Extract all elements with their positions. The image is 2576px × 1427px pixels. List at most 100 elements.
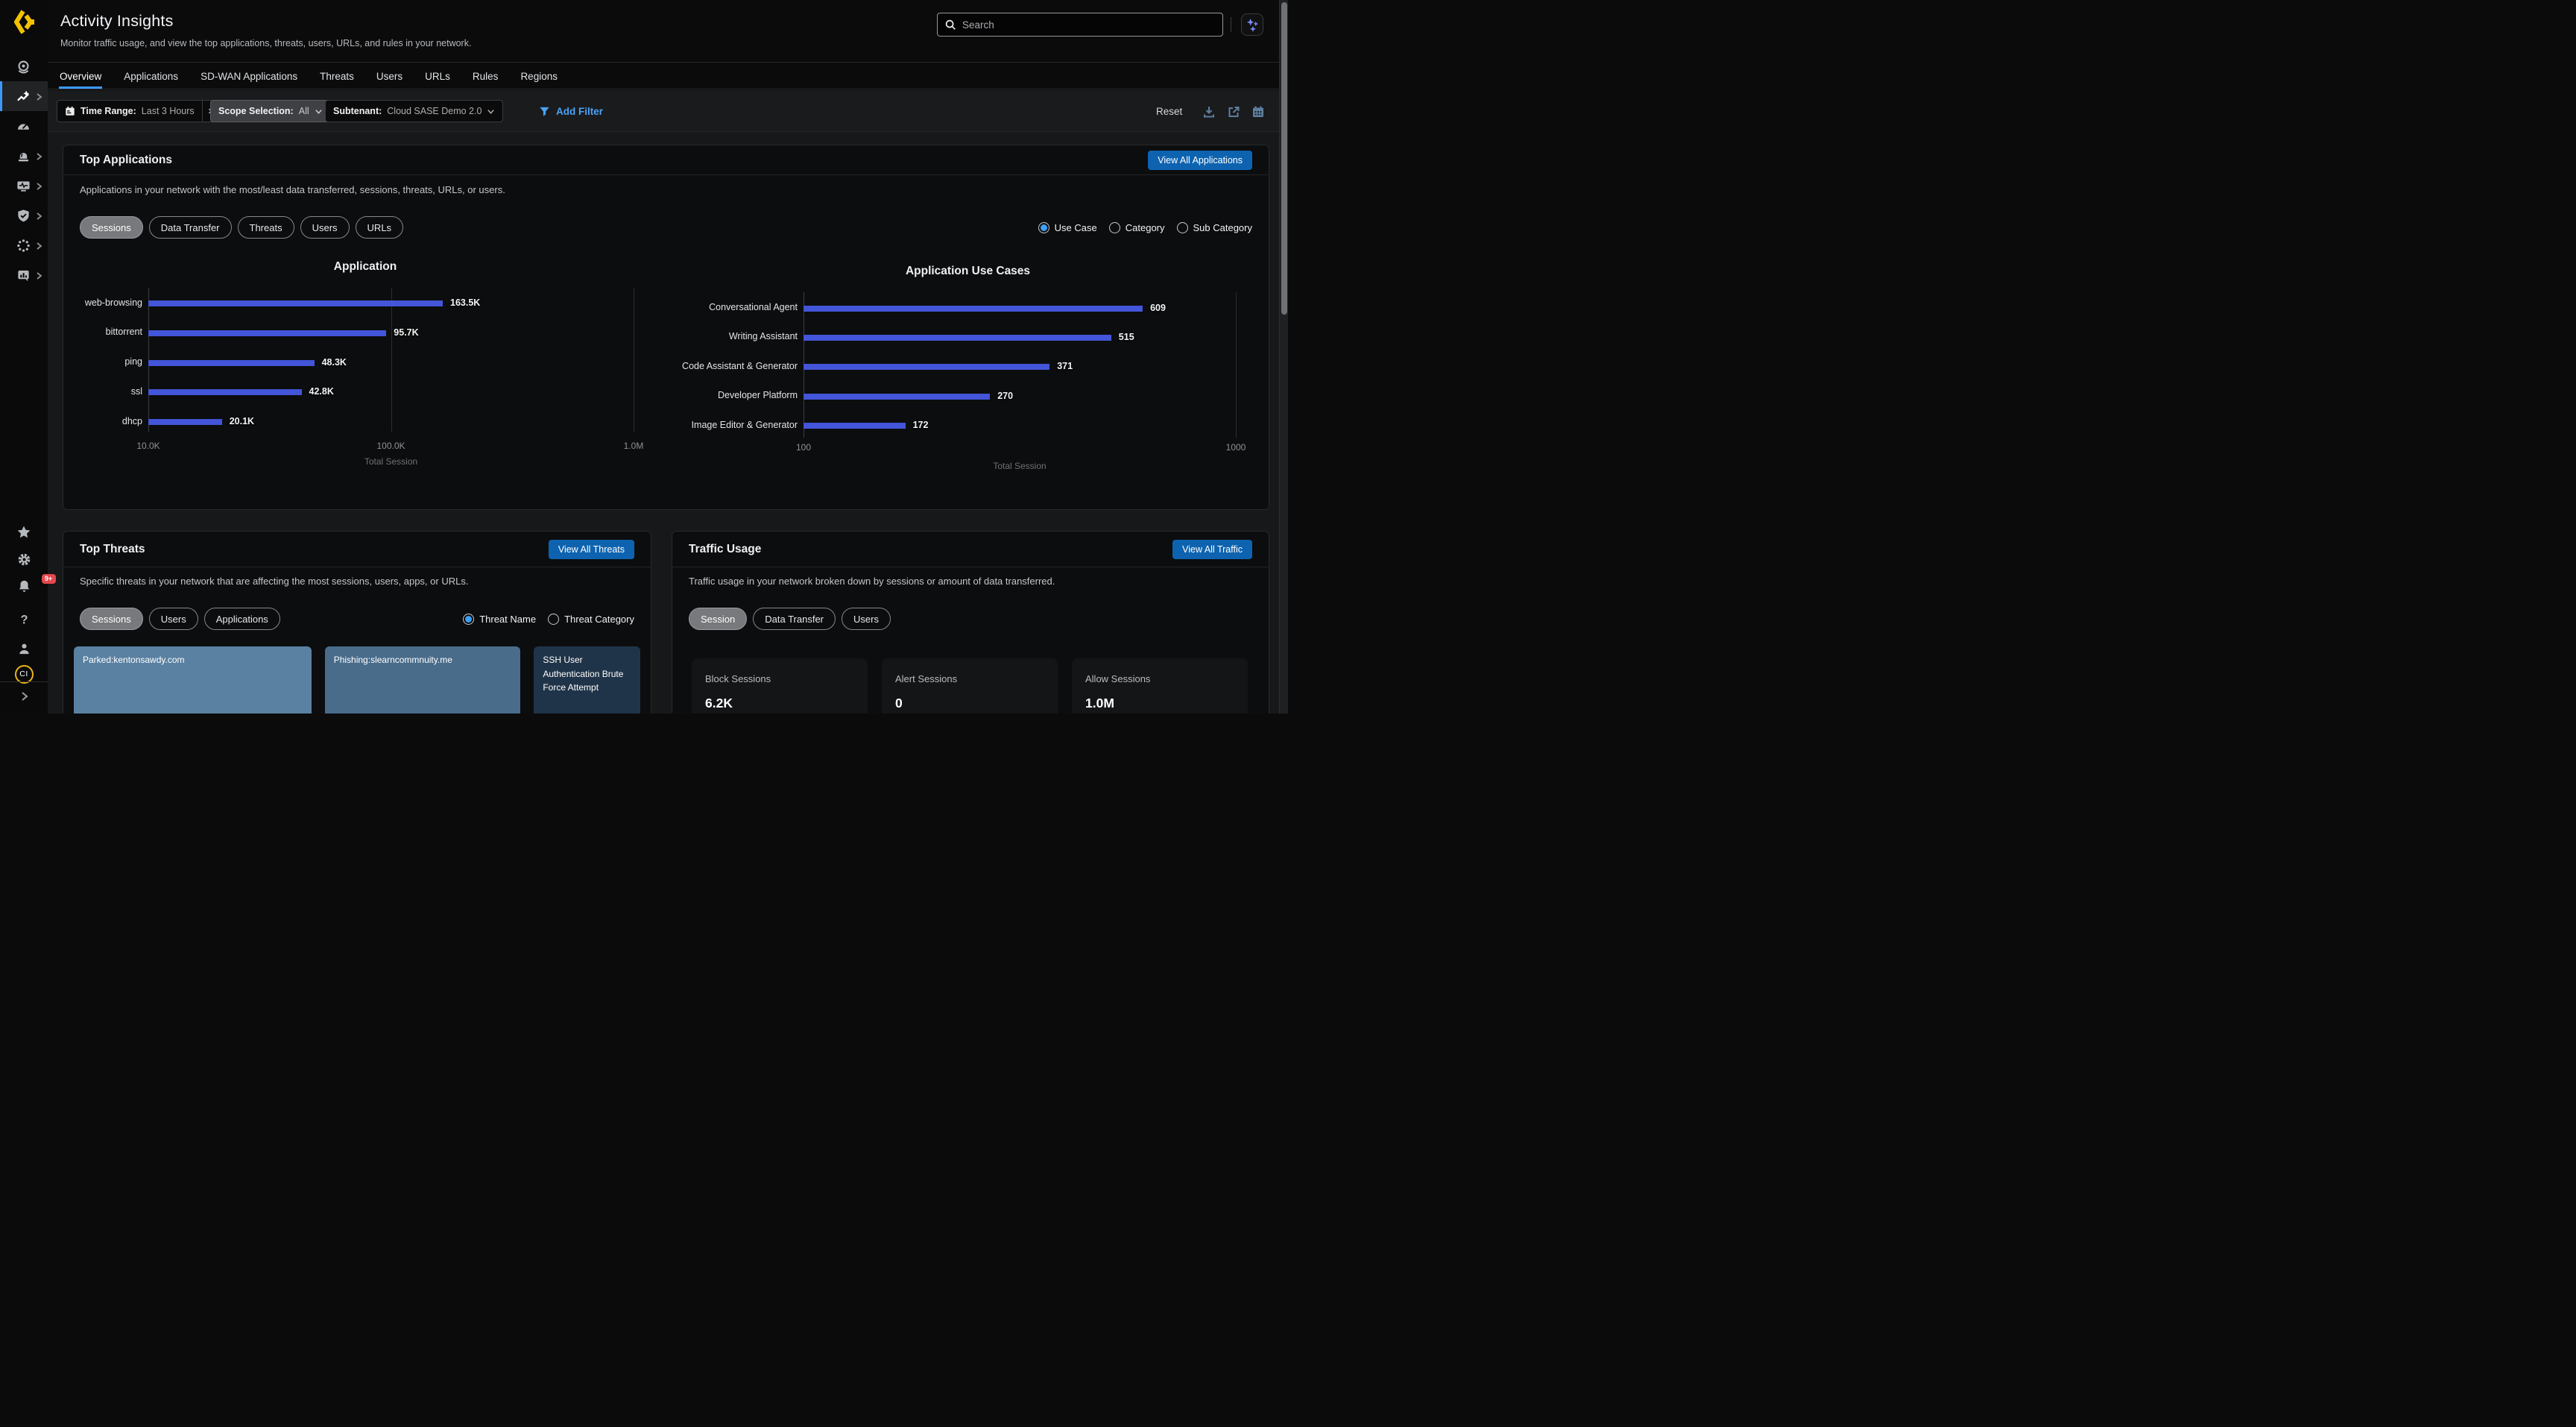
traffic-usage-card: Traffic Usage View All Traffic Traffic u… (672, 531, 1269, 714)
reports-icon (16, 268, 31, 283)
help-icon: ? (17, 613, 31, 627)
subtenant-label: Subtenant: (333, 106, 382, 116)
tab-users[interactable]: Users (376, 63, 402, 89)
tab-regions[interactable]: Regions (520, 63, 558, 89)
card-title: Traffic Usage (689, 543, 761, 556)
sidebar-item-activity-insights[interactable] (0, 81, 48, 111)
page-scrollbar[interactable] (1279, 0, 1288, 714)
view-all-threats-button[interactable]: View All Threats (549, 540, 634, 559)
reset-button[interactable]: Reset (1156, 100, 1182, 122)
category-label: bittorrent (63, 327, 142, 337)
bar-value: 163.5K (450, 297, 480, 308)
bar-ssl[interactable] (148, 389, 302, 395)
scheduled-reports-icon[interactable] (1251, 105, 1265, 119)
bar-image-editor-generator[interactable] (804, 423, 906, 429)
radio-label: Threat Name (479, 614, 536, 625)
sidebar-item-shield-check[interactable] (0, 201, 48, 230)
sidebar-item-incident-siren[interactable] (0, 141, 48, 171)
bar-value: 270 (997, 391, 1013, 401)
sidebar-item-monitor-health[interactable] (0, 171, 48, 201)
sidebar-bell-button[interactable]: 9+ (0, 574, 48, 598)
category-label: dhcp (63, 416, 142, 426)
radio-threat-name[interactable]: Threat Name (463, 614, 536, 625)
tab-threats[interactable]: Threats (320, 63, 354, 89)
user-avatar[interactable]: CI (0, 662, 48, 686)
sidebar-help-button[interactable]: ? (0, 608, 48, 631)
copilot-sparkles-button[interactable] (1241, 13, 1263, 36)
bar-ping[interactable] (148, 360, 315, 366)
top-bar: Activity Insights Monitor traffic usage,… (48, 0, 1279, 63)
sidebar-item-radar[interactable] (0, 51, 48, 81)
top-threats-header: Top Threats View All Threats (63, 532, 651, 567)
dashboard-gauge-icon (16, 119, 31, 133)
category-label: Developer Platform (667, 390, 798, 400)
share-export-icon[interactable] (1227, 105, 1240, 119)
radar-icon (16, 60, 31, 74)
sidebar-collapse-chevron-icon[interactable] (0, 684, 48, 708)
treemap-tile[interactable]: Parked:kentonsawdy.com (74, 646, 312, 714)
category-label: Writing Assistant (667, 331, 798, 341)
scrollbar-thumb[interactable] (1281, 2, 1287, 315)
toggle-data-transfer[interactable]: Data Transfer (753, 608, 836, 630)
notification-badge: 9+ (42, 574, 56, 584)
add-filter-button[interactable]: Add Filter (539, 100, 603, 122)
time-range-label: Time Range: (80, 106, 136, 116)
bar-web-browsing[interactable] (148, 300, 443, 306)
treemap-tile[interactable]: Phishing:slearncommnuity.me (325, 646, 521, 714)
sidebar-star-button[interactable] (0, 520, 48, 544)
scope-selection-filter[interactable]: Scope Selection: All (210, 100, 331, 122)
tab-rules[interactable]: Rules (473, 63, 499, 89)
search-input[interactable] (962, 19, 1215, 31)
bar-conversational-agent[interactable] (804, 306, 1143, 312)
view-all-traffic-button[interactable]: View All Traffic (1172, 540, 1252, 559)
axis-tick: 1.0M (600, 441, 667, 451)
card-description: Traffic usage in your network broken dow… (689, 576, 1055, 587)
bar-dhcp[interactable] (148, 419, 222, 425)
subtenant-filter[interactable]: Subtenant: Cloud SASE Demo 2.0 (325, 100, 503, 122)
toggle-users[interactable]: Users (842, 608, 891, 630)
sidebar-gear-button[interactable] (0, 547, 48, 571)
global-search[interactable] (937, 13, 1223, 37)
sidebar-user-button[interactable] (0, 637, 48, 661)
category-label: web-browsing (63, 297, 142, 308)
dotted-circle-icon (16, 239, 31, 253)
bar-code-assistant-generator[interactable] (804, 364, 1049, 370)
plot-area: 609515371270172 (804, 292, 1236, 438)
time-range-value: Last 3 Hours (142, 106, 195, 116)
toggle-session[interactable]: Session (689, 608, 747, 630)
download-icon[interactable] (1202, 105, 1216, 119)
sidebar-item-dotted-circle[interactable] (0, 230, 48, 260)
toggle-applications[interactable]: Applications (204, 608, 280, 630)
stat-block-sessions: Block Sessions6.2K (692, 658, 868, 714)
sidebar-item-reports[interactable] (0, 260, 48, 290)
tab-applications[interactable]: Applications (124, 63, 178, 89)
bar-developer-platform[interactable] (804, 394, 990, 400)
gridline (391, 288, 392, 432)
bar-bittorrent[interactable] (148, 330, 386, 336)
tab-overview[interactable]: Overview (60, 63, 101, 89)
sparkles-icon (1246, 18, 1260, 32)
sidebar-divider (0, 681, 48, 682)
tab-sd-wan-applications[interactable]: SD-WAN Applications (201, 63, 297, 89)
pan-logo-icon[interactable] (14, 10, 35, 34)
toggle-sessions[interactable]: Sessions (80, 608, 143, 630)
radio-threat-category[interactable]: Threat Category (548, 614, 634, 625)
gear-icon (17, 552, 31, 567)
category-label: ping (63, 356, 142, 367)
plot-area: 163.5K95.7K48.3K42.8K20.1K (148, 288, 634, 432)
sidebar-item-dashboard-gauge[interactable] (0, 111, 48, 141)
stat-value: 0 (895, 696, 903, 711)
svg-text:?: ? (20, 613, 28, 626)
stat-label: Allow Sessions (1085, 673, 1150, 684)
bell-icon: 9+ (17, 579, 31, 593)
time-range-filter[interactable]: Time Range: Last 3 Hours ✕ (57, 100, 221, 122)
bar-writing-assistant[interactable] (804, 335, 1111, 341)
axis-tick: 100.0K (358, 441, 425, 451)
toggle-users[interactable]: Users (149, 608, 198, 630)
treemap-tile[interactable]: SSH User Authentication Brute Force Atte… (534, 646, 640, 714)
category-label: Code Assistant & Generator (667, 361, 798, 371)
tab-urls[interactable]: URLs (425, 63, 450, 89)
shield-check-icon (16, 209, 31, 223)
top-applications-card: Top Applications View All Applications A… (63, 145, 1269, 510)
activity-insights-page: 9+? CI Activity Insights Monitor traffic … (0, 0, 1288, 714)
